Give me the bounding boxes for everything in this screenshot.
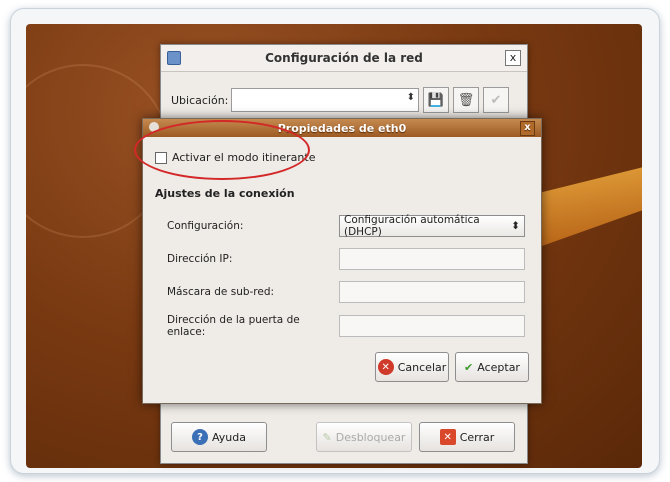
network-window-close-button[interactable]: x <box>505 50 521 66</box>
ip-row: Dirección IP: <box>167 248 525 270</box>
network-window-buttons: ? Ayuda ✎ Desbloquear ✕ Cerrar <box>161 415 527 461</box>
gateway-field[interactable] <box>339 315 525 337</box>
cancel-button[interactable]: ✕ Cancelar <box>375 352 449 382</box>
location-label: Ubicación: <box>171 93 229 107</box>
highlight-annotation-oval <box>134 120 310 180</box>
ip-field[interactable] <box>339 248 525 270</box>
delete-location-button[interactable]: 🗑 <box>453 87 479 113</box>
properties-title: Propiedades de eth0 <box>277 121 407 135</box>
save-location-button[interactable]: 💾 <box>423 87 449 113</box>
config-combo[interactable]: Configuración automática (DHCP) ⬍ <box>339 214 525 238</box>
apply-icon: ✔ <box>490 92 502 108</box>
gateway-row: Dirección de la puerta de enlace: <box>167 314 525 338</box>
mask-label: Máscara de sub-red: <box>167 286 275 298</box>
properties-close-button[interactable]: x <box>520 121 535 136</box>
location-combo[interactable]: ⬍ <box>231 88 419 112</box>
mask-row: Máscara de sub-red: <box>167 281 525 303</box>
save-icon: 💾 <box>427 92 445 108</box>
combo-arrows-icon: ⬍ <box>406 92 415 103</box>
location-row: Ubicación: ⬍ 💾 🗑 ✔ <box>171 87 509 113</box>
accept-icon: ✔ <box>464 360 474 374</box>
connection-settings-heading: Ajustes de la conexión <box>155 187 295 200</box>
close-icon: ✕ <box>439 429 456 445</box>
apply-location-button[interactable]: ✔ <box>483 87 509 113</box>
accept-button[interactable]: ✔ Aceptar <box>455 352 529 382</box>
gateway-label: Dirección de la puerta de enlace: <box>167 314 300 338</box>
accept-button-label: Aceptar <box>477 360 520 374</box>
config-row: Configuración: Configuración automática … <box>167 214 525 238</box>
config-value: Configuración automática (DHCP) <box>344 214 480 238</box>
close-button-label: Cerrar <box>459 430 495 444</box>
unlock-button-label: Desbloquear <box>335 430 406 444</box>
help-button[interactable]: ? Ayuda <box>171 422 267 452</box>
combo-arrows-icon: ⬍ <box>511 220 520 232</box>
cancel-button-label: Cancelar <box>397 360 447 374</box>
unlock-button[interactable]: ✎ Desbloquear <box>316 422 412 452</box>
help-icon: ? <box>192 429 208 445</box>
network-window-title: Configuración de la red <box>265 51 423 65</box>
cancel-icon: ✕ <box>377 359 394 375</box>
ip-label: Dirección IP: <box>167 253 233 265</box>
close-button[interactable]: ✕ Cerrar <box>419 422 515 452</box>
network-app-icon <box>167 51 181 65</box>
unlock-icon: ✎ <box>322 430 332 444</box>
network-window-titlebar: Configuración de la red x <box>161 45 527 72</box>
help-button-label: Ayuda <box>212 430 246 444</box>
config-label: Configuración: <box>167 220 244 232</box>
delete-icon: 🗑 <box>457 92 475 108</box>
mask-field[interactable] <box>339 281 525 303</box>
